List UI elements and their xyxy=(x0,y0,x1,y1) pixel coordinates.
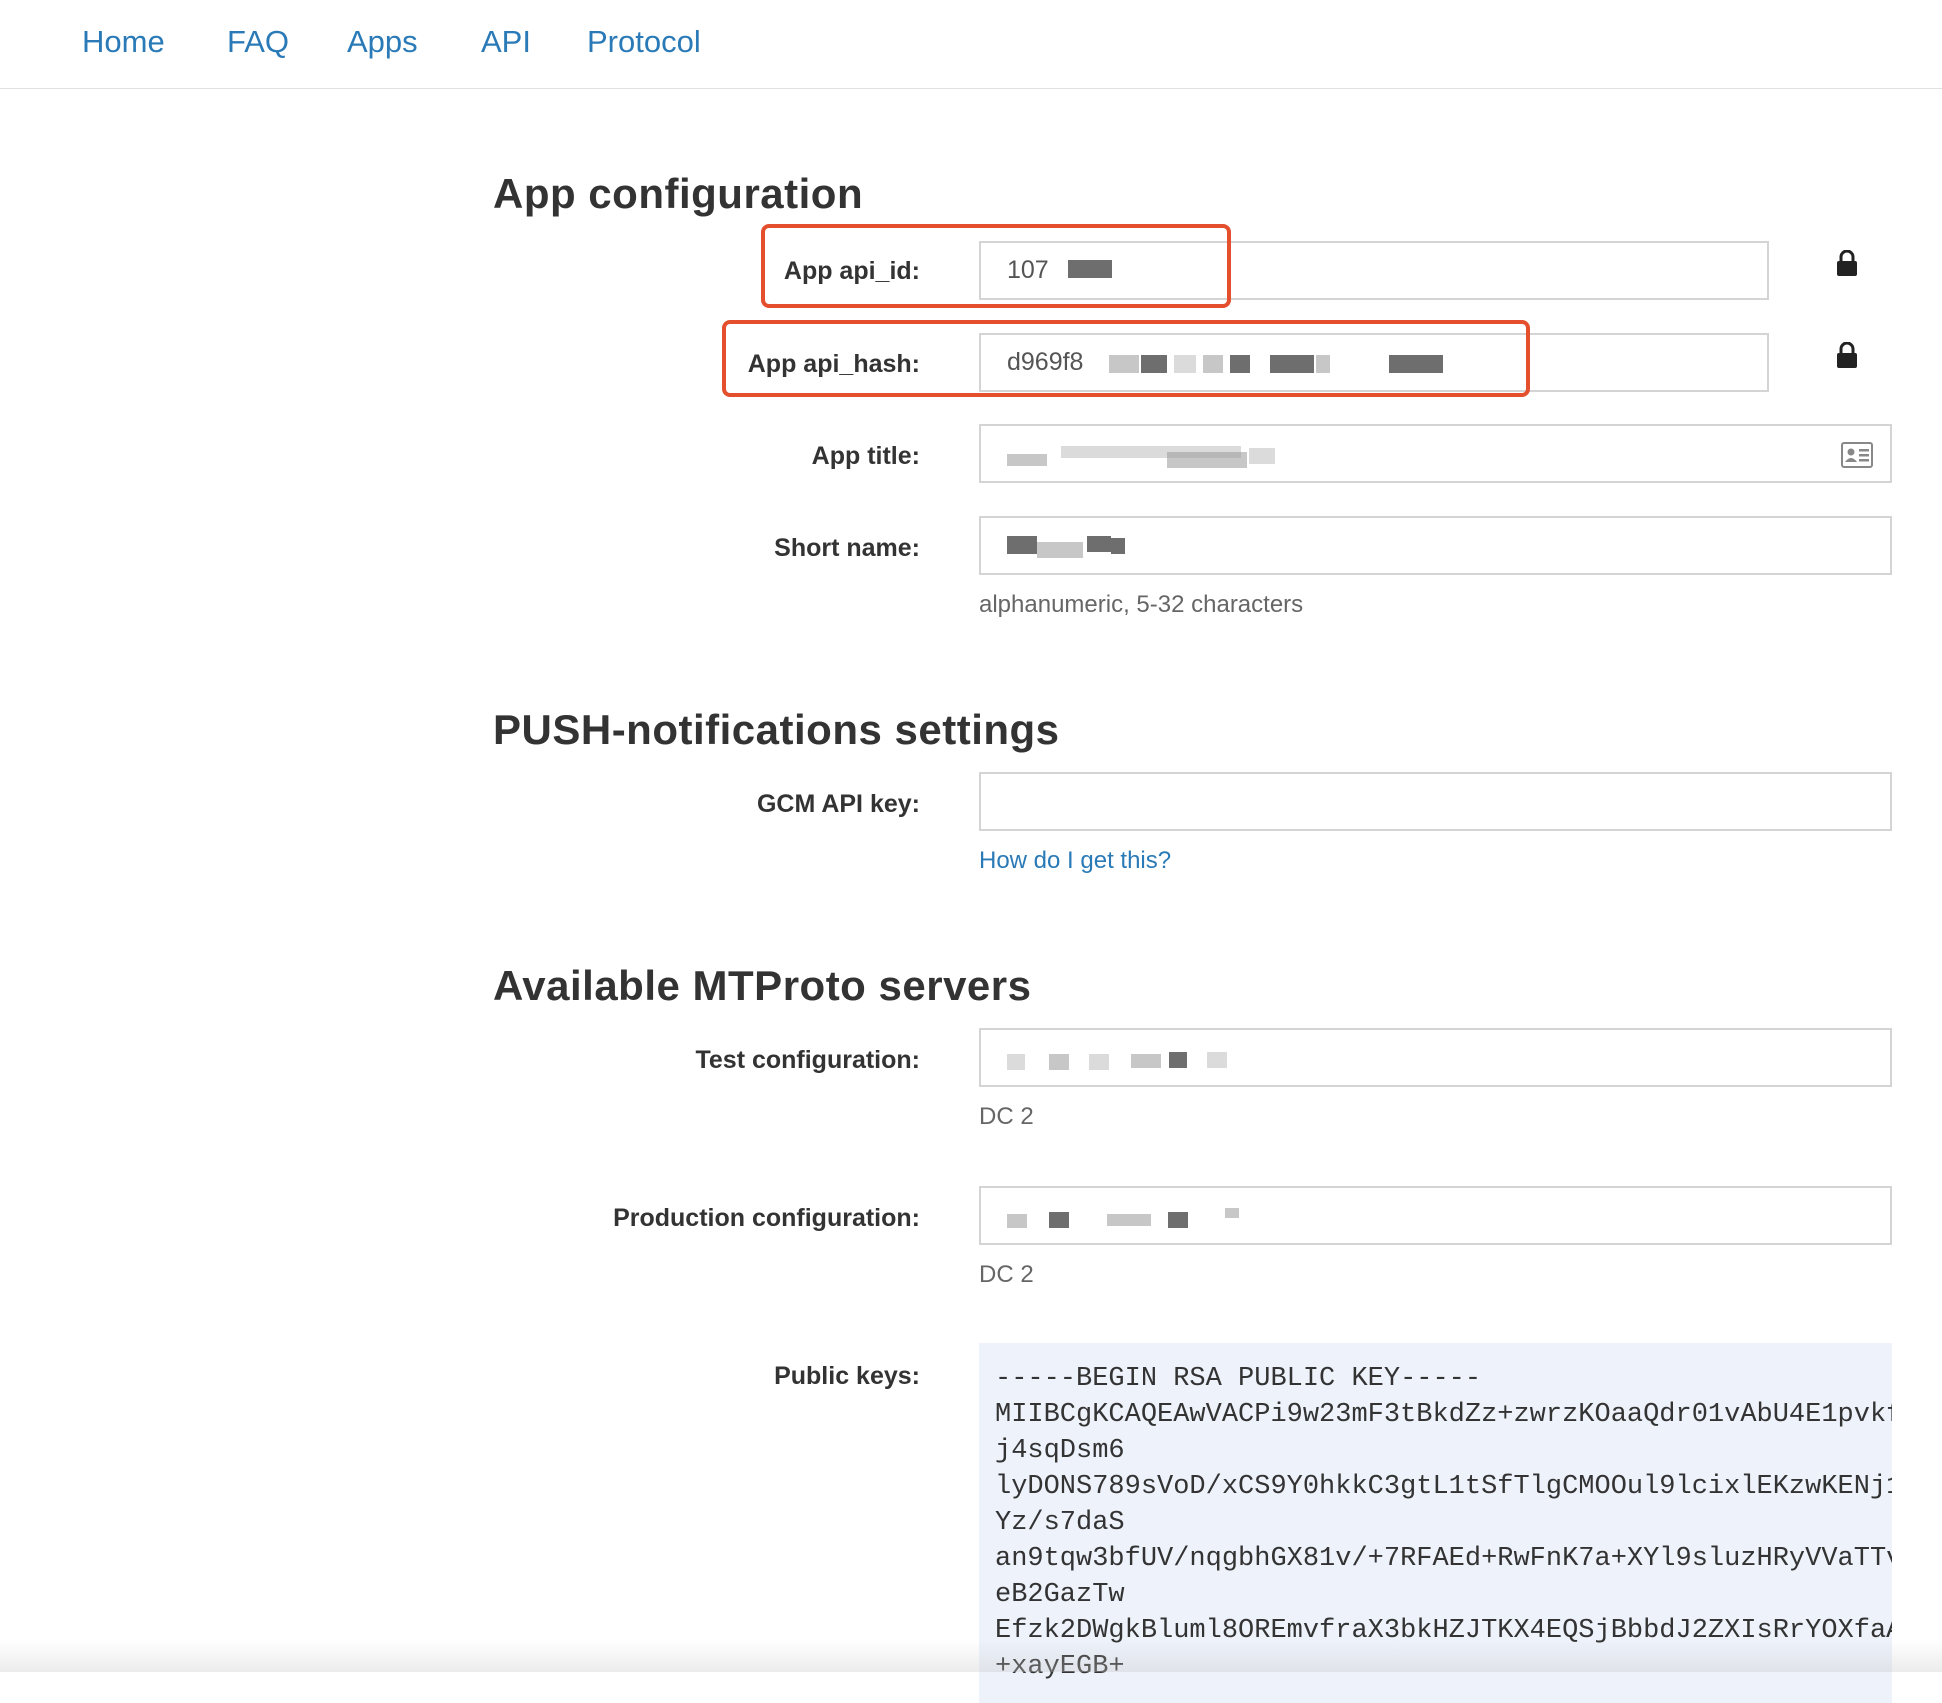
redaction-blur xyxy=(1168,1212,1188,1228)
app-config-heading: App configuration xyxy=(493,170,864,217)
redaction-blur xyxy=(1089,1054,1109,1070)
nav-faq[interactable]: FAQ xyxy=(227,20,289,64)
nav-protocol[interactable]: Protocol xyxy=(587,20,701,64)
redaction-blur xyxy=(1167,452,1247,468)
redaction-blur xyxy=(1207,1052,1227,1068)
short-name-label: Short name: xyxy=(774,534,920,562)
test-config-field[interactable] xyxy=(979,1028,1892,1087)
redaction-blur xyxy=(1249,448,1275,464)
app-title-field[interactable] xyxy=(979,424,1892,483)
gcm-label: GCM API key: xyxy=(756,790,920,818)
scroll-shadow xyxy=(0,1640,1942,1672)
redaction-blur xyxy=(1007,1054,1025,1070)
redaction-blur xyxy=(1087,536,1111,552)
redaction-blur xyxy=(1049,1212,1069,1228)
production-config-label: Production configuration: xyxy=(613,1204,920,1232)
redaction-blur xyxy=(1037,542,1083,558)
test-config-dc: DC 2 xyxy=(979,1103,1034,1130)
short-name-field[interactable] xyxy=(979,516,1892,575)
gcm-api-key-input[interactable] xyxy=(979,772,1892,831)
redaction-blur xyxy=(1007,454,1047,466)
top-nav: Home FAQ Apps API Protocol xyxy=(0,0,1942,89)
highlight-box-api-hash xyxy=(722,320,1530,397)
lock-icon xyxy=(1837,250,1857,276)
contact-card-icon xyxy=(1841,442,1873,468)
nav-apps[interactable]: Apps xyxy=(347,20,418,64)
lock-icon xyxy=(1837,342,1857,368)
nav-home[interactable]: Home xyxy=(82,20,165,64)
public-keys-label: Public keys: xyxy=(774,1362,920,1390)
highlight-box-api-id xyxy=(761,224,1231,308)
redaction-blur xyxy=(1225,1208,1239,1218)
redaction-blur xyxy=(1107,1214,1151,1226)
redaction-blur xyxy=(1131,1054,1161,1068)
production-config-field[interactable] xyxy=(979,1186,1892,1245)
how-do-i-get-this-link[interactable]: How do I get this? xyxy=(979,845,1171,877)
redaction-blur xyxy=(1169,1052,1187,1068)
test-config-label: Test configuration: xyxy=(695,1046,920,1074)
redaction-blur xyxy=(1111,538,1125,554)
servers-heading: Available MTProto servers xyxy=(493,962,1032,1009)
app-title-label: App title: xyxy=(811,442,920,470)
short-name-help: alphanumeric, 5-32 characters xyxy=(979,591,1304,618)
production-config-dc: DC 2 xyxy=(979,1261,1034,1288)
redaction-blur xyxy=(1007,536,1037,554)
redaction-blur xyxy=(1007,1214,1027,1228)
nav-api[interactable]: API xyxy=(481,20,531,64)
redaction-blur xyxy=(1049,1054,1069,1070)
push-heading: PUSH-notifications settings xyxy=(493,706,1060,753)
